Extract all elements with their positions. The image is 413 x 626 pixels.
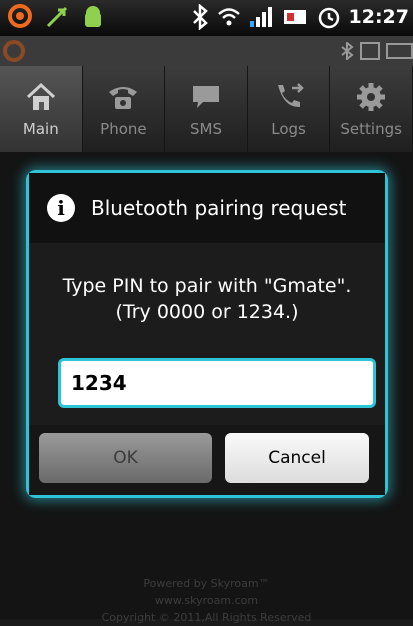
tab-bar: Main Phone SMS Logs Settings [0, 66, 413, 152]
sim-icon [360, 42, 380, 60]
sms-icon [192, 86, 219, 108]
dialog-body: Type PIN to pair with "Gmate". (Try 0000… [29, 243, 385, 425]
usb-debug-icon [46, 6, 68, 28]
alarm-icon [318, 7, 339, 29]
tab-phone[interactable]: Phone [83, 66, 166, 152]
footer: Powered by Skyroam™ www.skyroam.com Copy… [0, 575, 413, 626]
status-time: 12:27 [348, 6, 409, 28]
dialog-button-bar: OK Cancel [29, 425, 385, 495]
tab-sms-label: SMS [189, 120, 222, 138]
tab-settings-label: Settings [340, 120, 402, 138]
footer-copyright: Copyright © 2011,All Rights Reserved [101, 611, 312, 624]
ok-button[interactable]: OK [39, 433, 212, 483]
logs-icon [277, 83, 304, 108]
tab-main[interactable]: Main [0, 66, 83, 152]
cancel-button[interactable]: Cancel [225, 433, 369, 483]
footer-url: www.skyroam.com [154, 594, 259, 607]
dialog-message-line1: Type PIN to pair with "Gmate". [62, 275, 352, 297]
gear-icon [357, 83, 386, 111]
tab-settings[interactable]: Settings [330, 66, 413, 152]
info-icon: i [47, 194, 75, 222]
signal-icon [249, 7, 272, 27]
bluetooth-status-icon [341, 42, 354, 60]
home-icon [26, 82, 55, 110]
phone-icon [109, 87, 138, 109]
android-icon [85, 6, 101, 27]
battery-icon [283, 10, 306, 24]
tab-sms[interactable]: SMS [165, 66, 248, 152]
pin-input[interactable]: 1234 [58, 358, 376, 408]
dialog-message: Type PIN to pair with "Gmate". (Try 0000… [29, 273, 385, 325]
bluetooth-pairing-dialog: i Bluetooth pairing request Type PIN to … [26, 170, 388, 498]
tab-main-label: Main [22, 120, 59, 138]
wifi-icon [217, 8, 240, 26]
bluetooth-icon [192, 4, 208, 30]
dialog-message-line2: (Try 0000 or 1234.) [115, 301, 299, 323]
pin-value: 1234 [71, 371, 127, 395]
app-notification-icon [8, 4, 32, 28]
status-bar: 12:27 [0, 0, 413, 36]
device-battery-icon [386, 43, 413, 59]
tab-logs[interactable]: Logs [248, 66, 331, 152]
app-notification-strip [0, 36, 413, 66]
footer-powered: Powered by Skyroam™ [143, 577, 270, 590]
tab-phone-label: Phone [100, 120, 147, 138]
dialog-title: Bluetooth pairing request [91, 196, 347, 220]
dialog-header: i Bluetooth pairing request [29, 173, 385, 243]
tab-logs-label: Logs [271, 120, 306, 138]
app-status-icon [3, 40, 25, 62]
